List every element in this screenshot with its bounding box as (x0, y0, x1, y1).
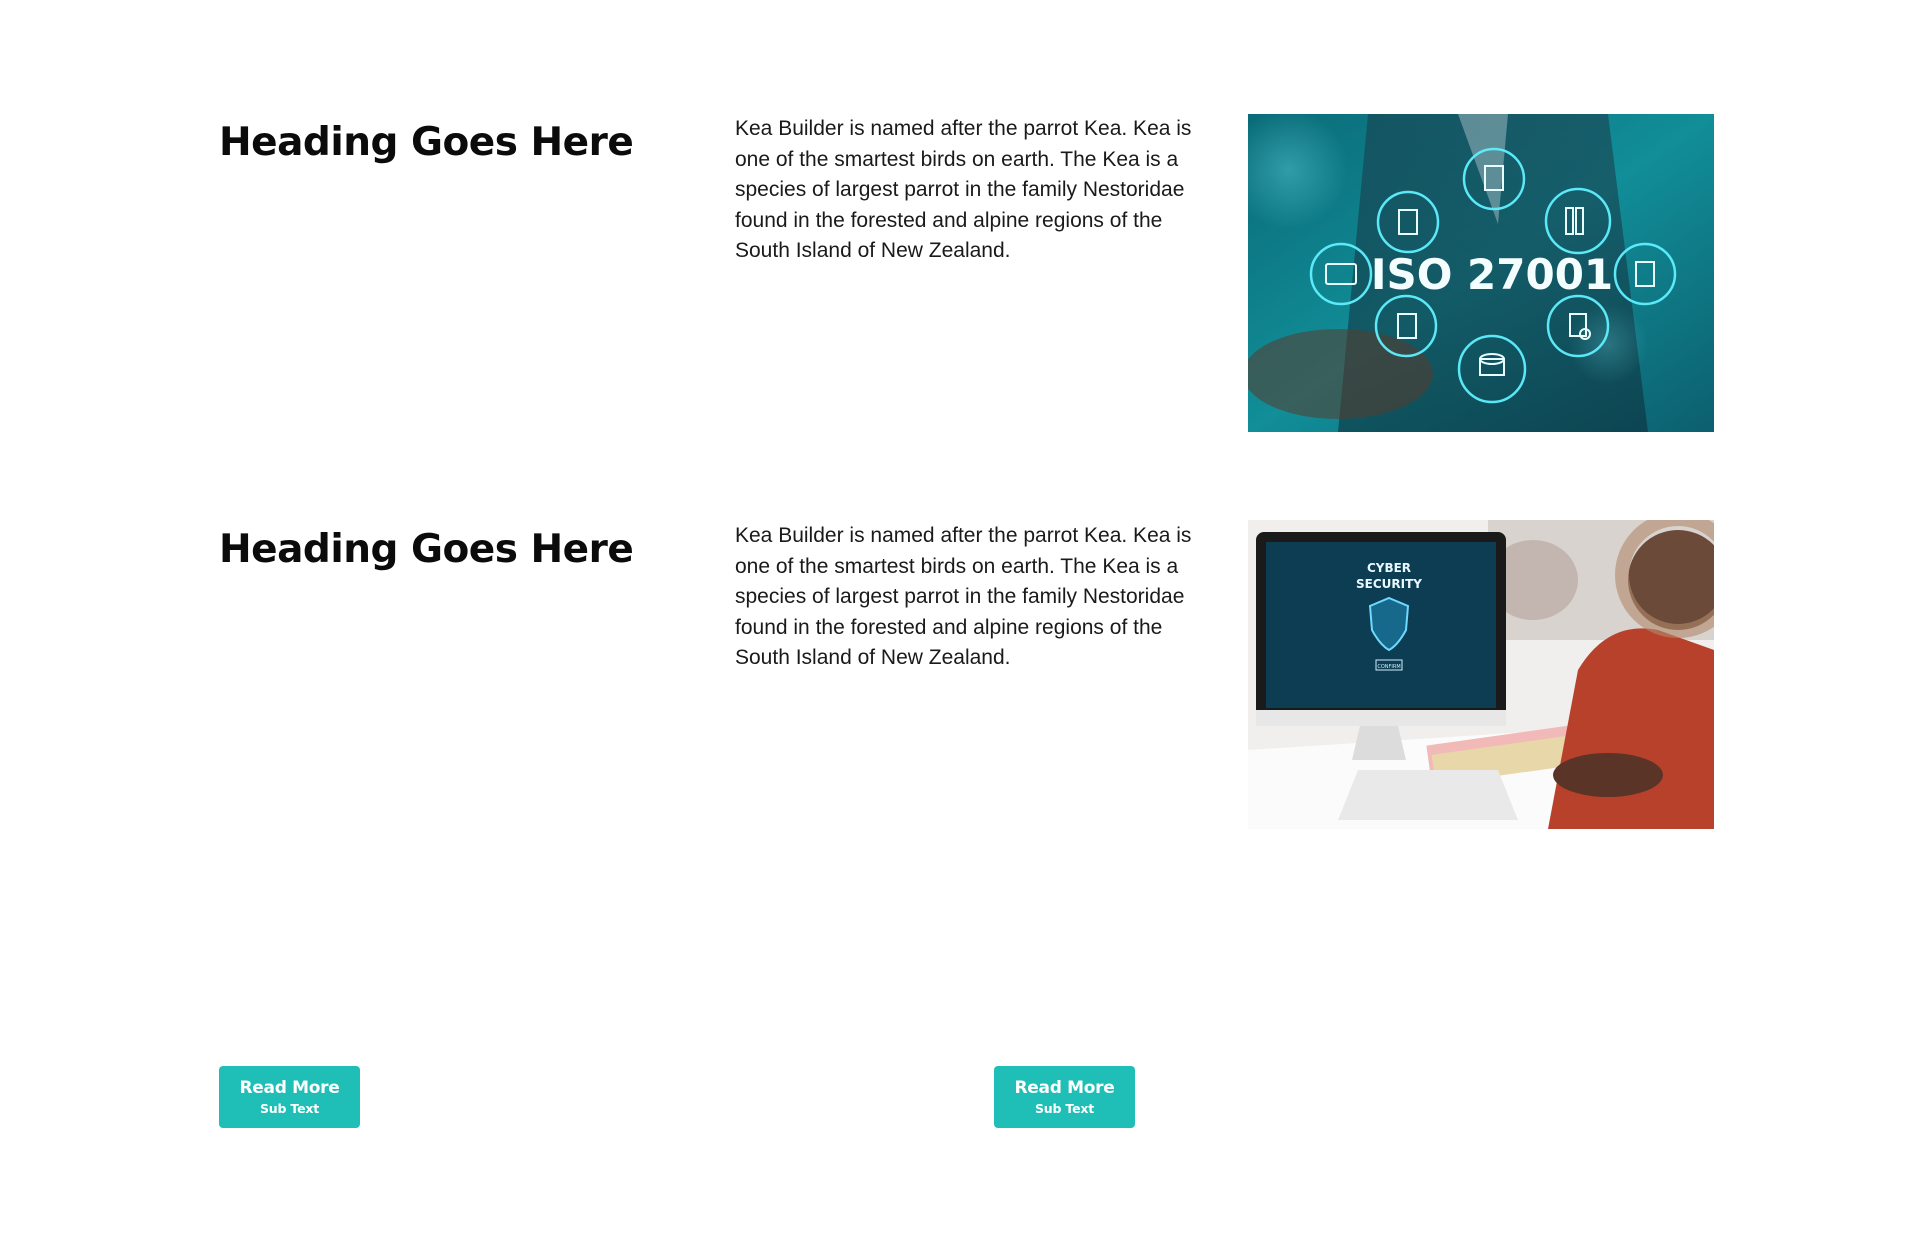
cyber-security-image: CYBER SECURITY CONFIRM (1248, 520, 1714, 829)
screen-title-line-1: CYBER (1367, 561, 1411, 575)
screen-confirm-label: CONFIRM (1377, 664, 1400, 670)
button-subtext: Sub Text (260, 1100, 319, 1116)
button-label: Read More (1014, 1077, 1115, 1098)
section-heading: Heading Goes Here (219, 527, 634, 572)
read-more-button-2[interactable]: Read More Sub Text (994, 1066, 1135, 1128)
section-paragraph: Kea Builder is named after the parrot Ke… (735, 117, 1192, 262)
read-more-button-1[interactable]: Read More Sub Text (219, 1066, 360, 1128)
button-label: Read More (239, 1077, 340, 1098)
section-heading: Heading Goes Here (219, 120, 634, 165)
iso-27001-image: ISO 27001 (1248, 114, 1714, 432)
button-subtext: Sub Text (1035, 1100, 1094, 1116)
section-paragraph: Kea Builder is named after the parrot Ke… (735, 524, 1192, 669)
screen-title-line-2: SECURITY (1356, 577, 1422, 591)
iso-27001-label: ISO 27001 (1371, 250, 1613, 299)
